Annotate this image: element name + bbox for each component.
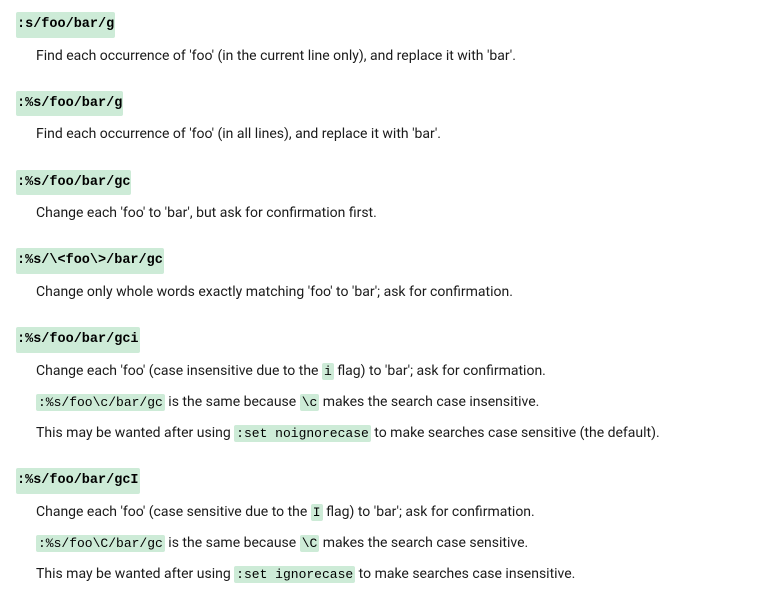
inline-code: :set noignorecase — [234, 425, 371, 442]
example-entry: :%s/\<foo\>/bar/gc Change only whole wor… — [16, 248, 760, 305]
example-entry: :%s/foo/bar/gci Change each 'foo' (case … — [16, 327, 760, 446]
vim-command: :s/foo/bar/g — [16, 12, 115, 38]
vim-command: :%s/foo/bar/gc — [16, 170, 131, 196]
text-segment: This may be wanted after using — [36, 425, 234, 441]
description-line: This may be wanted after using :set noig… — [36, 421, 760, 446]
description-line: Change only whole words exactly matching… — [36, 280, 760, 305]
description-line: Change each 'foo' (case sensitive due to… — [36, 500, 760, 525]
description-line: :%s/foo\C/bar/gc is the same because \C … — [36, 531, 760, 556]
description-line: Find each occurrence of 'foo' (in the cu… — [36, 44, 760, 69]
text-segment: This may be wanted after using — [36, 566, 234, 582]
example-entry: :s/foo/bar/g Find each occurrence of 'fo… — [16, 12, 760, 69]
vim-command: :%s/\<foo\>/bar/gc — [16, 248, 164, 274]
text-segment: to make searches case sensitive (the def… — [371, 425, 660, 441]
text-segment: makes the search case sensitive. — [319, 535, 528, 551]
text-segment: Change each 'foo' (case sensitive due to… — [36, 504, 311, 520]
text-segment: to make searches case insensitive. — [355, 566, 575, 582]
description-line: This may be wanted after using :set igno… — [36, 562, 760, 587]
example-entry: :%s/foo/bar/g Find each occurrence of 'f… — [16, 91, 760, 148]
text-segment: Change each 'foo' (case insensitive due … — [36, 363, 322, 379]
description-line: Find each occurrence of 'foo' (in all li… — [36, 122, 760, 147]
description-line: Change each 'foo' to 'bar', but ask for … — [36, 201, 760, 226]
example-entry: :%s/foo/bar/gcI Change each 'foo' (case … — [16, 468, 760, 587]
vim-substitute-examples: :s/foo/bar/g Find each occurrence of 'fo… — [16, 12, 760, 587]
description-line: Change each 'foo' (case insensitive due … — [36, 359, 760, 384]
description-line: :%s/foo\c/bar/gc is the same because \c … — [36, 390, 760, 415]
text-segment: flag) to 'bar'; ask for confirmation. — [323, 504, 535, 520]
vim-command: :%s/foo/bar/gcI — [16, 468, 140, 494]
vim-command: :%s/foo/bar/g — [16, 91, 123, 117]
inline-code: i — [322, 363, 334, 380]
inline-code: \C — [300, 535, 320, 552]
inline-code: \c — [300, 394, 320, 411]
inline-code: I — [311, 504, 323, 521]
example-entry: :%s/foo/bar/gc Change each 'foo' to 'bar… — [16, 170, 760, 227]
inline-code: :%s/foo\c/bar/gc — [36, 394, 165, 411]
text-segment: flag) to 'bar'; ask for confirmation. — [334, 363, 546, 379]
inline-code: :%s/foo\C/bar/gc — [36, 535, 165, 552]
text-segment: makes the search case insensitive. — [319, 394, 539, 410]
vim-command: :%s/foo/bar/gci — [16, 327, 140, 353]
text-segment: is the same because — [165, 535, 300, 551]
text-segment: is the same because — [165, 394, 300, 410]
inline-code: :set ignorecase — [234, 566, 355, 583]
